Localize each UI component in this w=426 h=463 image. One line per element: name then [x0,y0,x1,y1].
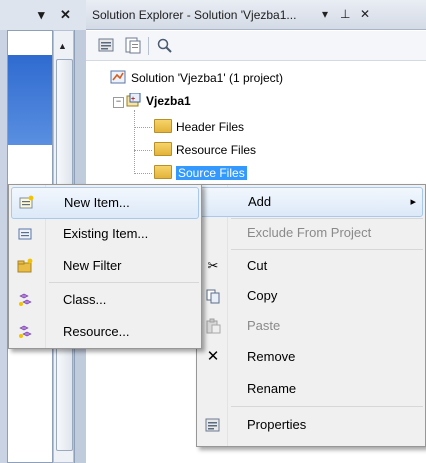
left-pane-header: ▾ ✕ [0,0,86,30]
tree-item-label: Vjezba1 [146,94,191,108]
collapse-expander[interactable]: − [113,97,124,108]
solution-explorer-title: Solution Explorer - Solution 'Vjezba1... [92,8,297,22]
menu-item-rename[interactable]: Rename [199,375,423,403]
remove-icon: ✕ [206,348,220,365]
tree-item-label: Solution 'Vjezba1' (1 project) [131,71,283,85]
menu-item-label: Exclude From Project [247,225,372,240]
tree-item-resource-files[interactable]: Resource Files [154,141,256,159]
svg-text:+: + [131,96,135,103]
tree-connector [134,173,152,174]
close-icon[interactable]: ✕ [60,7,71,23]
paste-icon [205,318,221,334]
solution-explorer-titlebar: Solution Explorer - Solution 'Vjezba1...… [86,0,426,30]
tree-connector [134,110,135,174]
tree-item-header-files[interactable]: Header Files [154,118,244,136]
tree-item-solution[interactable]: Solution 'Vjezba1' (1 project) [110,69,283,87]
dropdown-icon[interactable]: ▾ [38,7,45,23]
folder-icon [154,142,172,156]
menu-item-paste[interactable]: Paste [199,312,423,340]
menu-item-properties[interactable]: Properties [199,411,423,439]
menu-item-label: Resource... [63,324,130,339]
menu-item-label: Add [248,194,272,209]
submenu-arrow-icon: ▸ [410,196,416,208]
new-filter-icon [17,258,33,274]
menu-item-label: Copy [247,288,278,303]
menu-item-label: New Item... [64,195,130,210]
left-document-highlight [8,55,52,145]
submenu-item-new-item[interactable]: New Item... [11,187,199,219]
properties-icon [205,417,221,433]
toolbar-separator [148,37,149,55]
menu-item-cut[interactable]: ✂ Cut [199,252,423,280]
menu-item-label: Remove [247,349,296,364]
menu-separator [231,406,423,407]
scissors-icon: ✂ [207,258,219,273]
class-icon [17,292,33,308]
close-window-icon[interactable]: ✕ [360,7,370,21]
scroll-up-icon[interactable]: ▲ [58,41,67,51]
menu-item-remove[interactable]: ✕ Remove [199,343,423,371]
menu-item-exclude-from-project[interactable]: Exclude From Project [199,219,423,247]
submenu-item-resource[interactable]: Resource... [11,317,199,347]
menu-separator [49,282,199,283]
solution-explorer-toolbar [86,31,426,61]
submenu-item-class[interactable]: Class... [11,285,199,315]
properties-icon[interactable] [98,37,116,54]
menu-item-label: Properties [247,417,307,432]
refresh-icon[interactable] [156,37,174,54]
existing-item-icon [17,226,33,242]
resource-icon [17,324,33,340]
tree-item-label: Resource Files [176,143,257,157]
folder-icon [154,165,172,179]
menu-item-copy[interactable]: Copy [199,282,423,310]
menu-item-add[interactable]: Add ▸ [199,187,423,217]
tree-item-project[interactable]: + Vjezba1 [126,92,191,110]
add-submenu: New Item... Existing Item... New Filter … [8,184,202,349]
submenu-item-new-filter[interactable]: New Filter [11,251,199,281]
pin-icon[interactable]: ⊥ [340,7,350,21]
copy-icon [205,288,221,304]
tree-connector [134,127,152,128]
window-dropdown-icon[interactable]: ▾ [322,7,328,21]
tree-connector [134,150,152,151]
context-menu: Add ▸ Exclude From Project ✂ Cut Copy Pa… [196,184,426,447]
menu-item-label: Rename [247,381,297,396]
menu-item-label: Existing Item... [63,226,149,241]
show-all-files-icon[interactable] [124,37,142,54]
menu-item-label: Cut [247,258,268,273]
menu-item-label: Class... [63,292,107,307]
project-icon: + [126,92,141,107]
submenu-item-existing-item[interactable]: Existing Item... [11,219,199,249]
menu-separator [231,249,423,250]
tree-item-label: Source Files [176,166,247,180]
tree-item-source-files[interactable]: Source Files [154,164,247,182]
tree-item-label: Header Files [176,120,245,134]
solution-icon [110,70,126,84]
menu-item-label: Paste [247,318,281,333]
menu-item-label: New Filter [63,258,122,273]
new-item-icon [18,195,34,211]
folder-icon [154,119,172,133]
